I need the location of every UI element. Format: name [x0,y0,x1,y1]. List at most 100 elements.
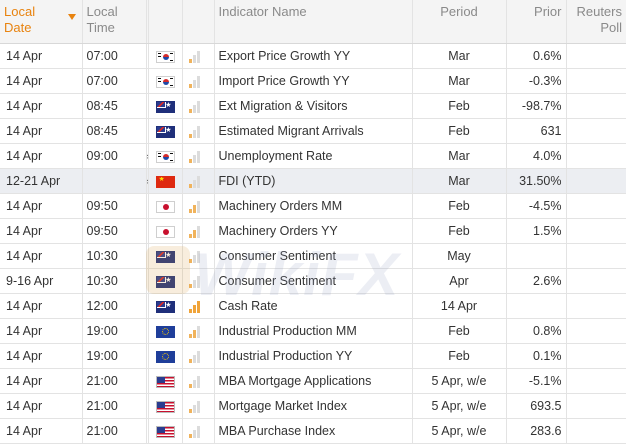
row-importance [182,218,215,244]
row-time: 12:00 [82,293,147,319]
row-indicator-name[interactable]: Machinery Orders YY [214,218,413,244]
row-importance [182,93,215,119]
row-time: 09:50 [82,218,147,244]
row-indicator-name[interactable]: Consumer Sentiment [214,243,413,269]
row-time: 08:45 [82,93,147,119]
importance-bars-icon [188,100,200,114]
row-indicator-name[interactable]: Machinery Orders MM [214,193,413,219]
table-row[interactable]: 14 Apr 09:50 Machinery Orders MM Feb -4.5% [0,193,626,219]
row-date: 9-16 Apr [0,268,83,294]
south-korea-flag-icon [155,150,175,163]
sort-descending-icon[interactable] [67,14,76,20]
row-flag [148,318,183,344]
row-indicator-name[interactable]: MBA Mortgage Applications [214,368,413,394]
table-row[interactable]: 14 Apr 07:00 Export Price Growth YY Mar 0.6% [0,43,626,69]
row-indicator-name[interactable]: Ext Migration & Visitors [214,93,413,119]
row-time: 10:30 [82,268,147,294]
row-flag [148,393,183,419]
header-period[interactable]: Period [412,0,507,44]
row-period: Feb [412,118,507,144]
row-indicator-name[interactable]: Import Price Growth YY [214,68,413,94]
row-date: 14 Apr [0,393,83,419]
row-reuters-poll [566,268,626,294]
importance-bars-icon [188,425,200,439]
table-row[interactable]: 9-16 Apr10:30 Consumer SentimentApr2.6% [0,268,626,294]
row-indicator-name[interactable]: FDI (YTD) [214,168,413,194]
row-period: Feb [412,318,507,344]
australia-flag-icon [155,275,175,288]
header-prior[interactable]: Prior [506,0,567,44]
row-importance [182,193,215,219]
row-prior: 631 [506,118,567,144]
importance-bars-icon [188,175,200,189]
row-indicator-name[interactable]: Export Price Growth YY [214,43,413,69]
row-importance [182,143,215,169]
row-date: 14 Apr [0,143,83,169]
row-importance [182,118,215,144]
euro-flag-icon [155,325,175,338]
table-row[interactable]: 14 Apr 19:00 Industrial Production MM Feb 0.… [0,318,626,344]
row-indicator-name[interactable]: Estimated Migrant Arrivals [214,118,413,144]
row-importance [182,43,215,69]
row-prior: -98.7% [506,93,567,119]
table-row[interactable]: 14 Apr 21:00 MBA Mortgage Applications 5 Ap… [0,368,626,394]
table-row[interactable]: 14 Apr09:00≈Unemployment RateMar4.0% [0,143,626,169]
usa-flag-icon [155,400,175,413]
row-date: 14 Apr [0,193,83,219]
row-date: 14 Apr [0,118,83,144]
row-importance [182,268,215,294]
header-local-time[interactable]: Local Time [82,0,147,44]
table-row[interactable]: 14 Apr10:30 Consumer SentimentMay [0,243,626,269]
importance-bars-icon [188,300,200,314]
row-date: 14 Apr [0,243,83,269]
row-period: 5 Apr, w/e [412,368,507,394]
row-time: 19:00 [82,318,147,344]
row-indicator-name[interactable]: Industrial Production YY [214,343,413,369]
australia-flag-icon [155,250,175,263]
row-prior [506,293,567,319]
table-row[interactable]: 14 Apr08:45 Estimated Migrant ArrivalsFeb… [0,118,626,144]
importance-bars-icon [188,50,200,64]
row-flag [148,293,183,319]
row-indicator-name[interactable]: Cash Rate [214,293,413,319]
row-indicator-name[interactable]: Mortgage Market Index [214,393,413,419]
row-period: Mar [412,168,507,194]
table-row[interactable]: 14 Apr 07:00 Import Price Growth YY Mar -0.3… [0,68,626,94]
row-indicator-name[interactable]: Unemployment Rate [214,143,413,169]
row-time: 19:00 [82,343,147,369]
row-indicator-name[interactable]: Consumer Sentiment [214,268,413,294]
table-row[interactable]: 14 Apr 19:00 Industrial Production YY Feb 0.… [0,343,626,369]
row-time: 09:50 [82,193,147,219]
header-local-date[interactable]: Local Date [0,0,83,44]
row-flag [148,343,183,369]
table-row[interactable]: 14 Apr 21:00 Mortgage Market Index 5 Apr, w… [0,393,626,419]
row-importance [182,368,215,394]
usa-flag-icon [155,425,175,438]
table-header-row: Local Date Local Time Indicator Name Per… [0,0,626,44]
row-indicator-name[interactable]: Industrial Production MM [214,318,413,344]
row-importance [182,68,215,94]
table-row[interactable]: 12-21 Apr≈FDI (YTD)Mar31.50% [0,168,626,194]
table-row[interactable]: 14 Apr 21:00 MBA Purchase Index 5 Apr, w/e 2… [0,418,626,444]
header-indicator-name[interactable]: Indicator Name [214,0,413,44]
row-date: 12-21 Apr [0,168,83,194]
row-prior: -0.3% [506,68,567,94]
importance-bars-icon [188,400,200,414]
row-reuters-poll [566,68,626,94]
row-period: Mar [412,68,507,94]
row-reuters-poll [566,168,626,194]
row-flag [148,68,183,94]
row-indicator-name[interactable]: MBA Purchase Index [214,418,413,444]
header-reuters-poll[interactable]: Reuters Poll [566,0,626,44]
row-prior: 4.0% [506,143,567,169]
row-period: Feb [412,218,507,244]
row-period: Feb [412,93,507,119]
table-row[interactable]: 14 Apr08:45 Ext Migration & VisitorsFeb-9… [0,93,626,119]
row-importance [182,243,215,269]
row-flag [148,168,183,194]
row-reuters-poll [566,368,626,394]
table-row[interactable]: 14 Apr 09:50 Machinery Orders YY Feb 1.5% [0,218,626,244]
table-row[interactable]: 14 Apr12:00Cash Rate14 Apr [0,293,626,319]
importance-bars-icon [188,225,200,239]
row-period: 14 Apr [412,293,507,319]
